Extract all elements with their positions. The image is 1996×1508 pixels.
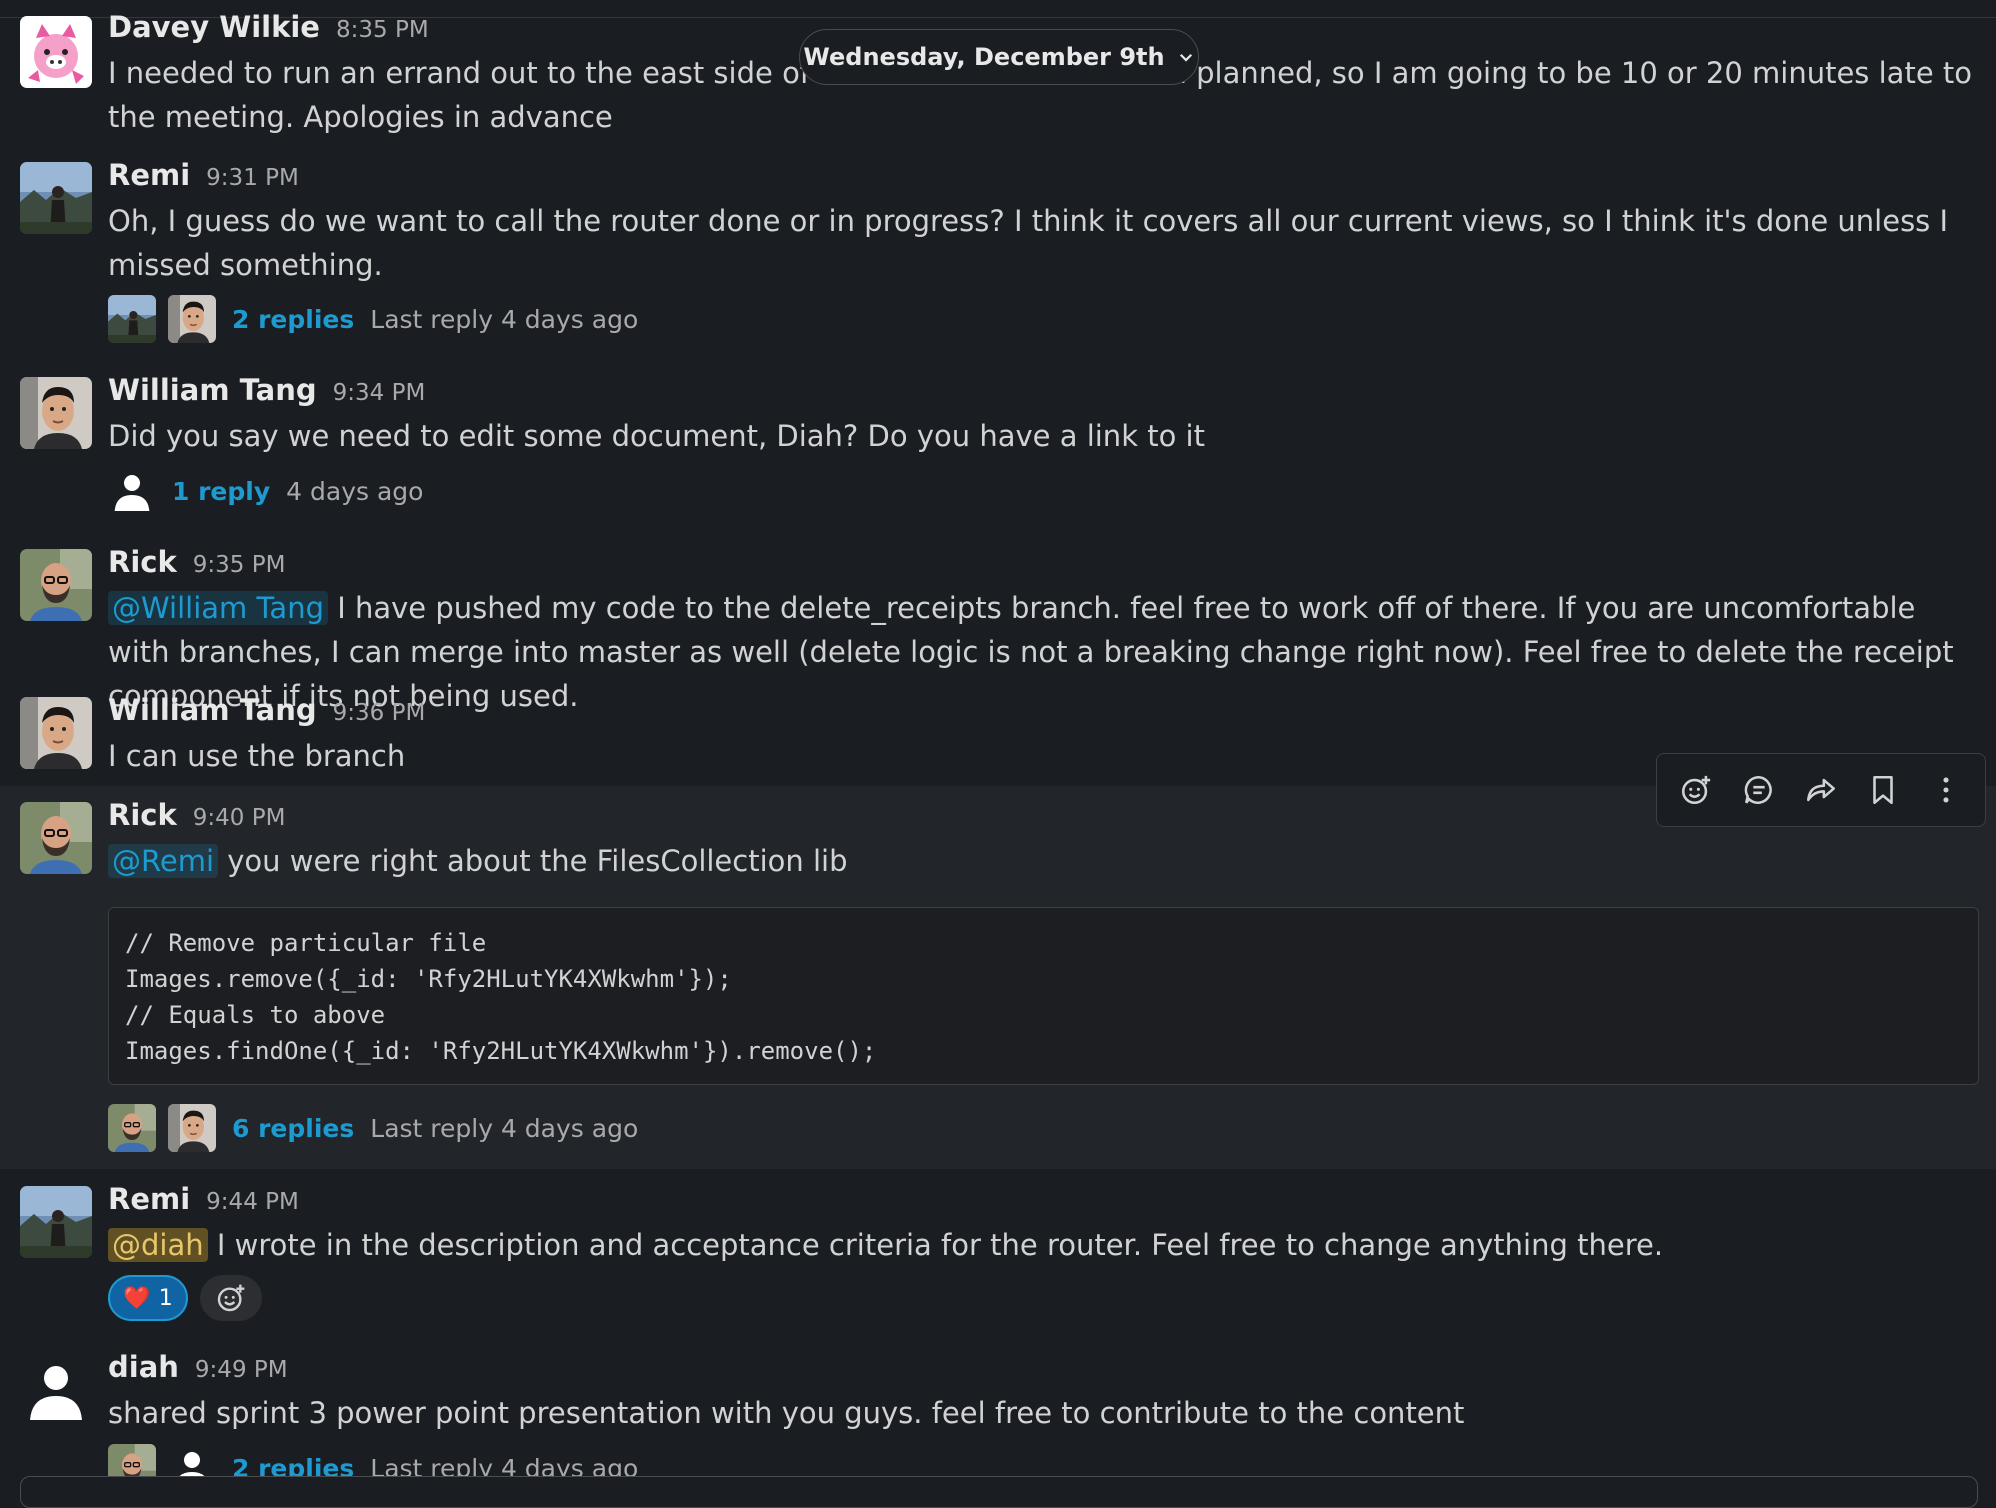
date-divider-button[interactable]: Wednesday, December 9th (799, 29, 1199, 85)
message-rick[interactable]: Rick 9:35 PM @William Tang I have pushed… (0, 537, 1996, 713)
code-block: // Remove particular file Images.remove(… (108, 907, 1979, 1085)
message-rick-2[interactable]: Rick 9:40 PM @Remi you were right about … (0, 786, 1996, 1169)
avatar[interactable] (20, 162, 92, 234)
share-icon (1806, 778, 1835, 802)
message-william-tang[interactable]: William Tang 9:34 PM Did you say we need… (0, 365, 1996, 530)
message-actions-toolbar (1656, 753, 1986, 827)
reply-in-thread-icon (1744, 775, 1772, 804)
user-mention[interactable]: @William Tang (108, 591, 328, 625)
thread-summary[interactable]: 6 replies Last reply 4 days ago (108, 1104, 638, 1152)
date-divider-label: Wednesday, December 9th (803, 43, 1165, 71)
message-text: Did you say we need to edit some documen… (108, 419, 1205, 453)
user-mention[interactable]: @diah (108, 1228, 208, 1262)
add-reaction-icon (215, 1282, 247, 1314)
message-text-part: I needed to run an errand out to the eas… (108, 56, 885, 90)
message-text: shared sprint 3 power point presentation… (108, 1396, 1465, 1430)
message-text: Oh, I guess do we want to call the route… (108, 204, 1949, 282)
share-button[interactable] (1798, 767, 1844, 813)
message-remi-2[interactable]: Remi 9:44 PM @diah I wrote in the descri… (0, 1170, 1996, 1335)
message-composer[interactable] (20, 1476, 1978, 1508)
thread-replies-link[interactable]: 2 replies (232, 305, 354, 334)
avatar (108, 295, 156, 343)
reaction-count: 1 (158, 1285, 173, 1311)
bookmark-button[interactable] (1860, 767, 1906, 813)
add-reaction-icon (1679, 773, 1713, 807)
timestamp[interactable]: 9:36 PM (333, 700, 426, 726)
timestamp[interactable]: 9:44 PM (206, 1189, 299, 1215)
heart-emoji-icon: ❤️ (123, 1285, 151, 1311)
chevron-down-icon (1179, 53, 1192, 62)
thread-summary[interactable]: 2 replies Last reply 4 days ago (108, 295, 638, 343)
timestamp[interactable]: 9:40 PM (193, 805, 286, 831)
thread-last-reply: 4 days ago (286, 476, 424, 506)
timestamp[interactable]: 9:35 PM (193, 552, 286, 578)
add-reaction-button[interactable] (1673, 767, 1719, 813)
user-mention[interactable]: @Remi (108, 844, 218, 878)
timestamp[interactable]: 9:31 PM (206, 165, 299, 191)
avatar (168, 1104, 216, 1152)
author-name[interactable]: Remi (108, 1182, 190, 1216)
author-name[interactable]: Remi (108, 158, 190, 192)
author-name[interactable]: William Tang (108, 693, 317, 727)
more-actions-icon (1943, 777, 1949, 803)
thread-replies-link[interactable]: 6 replies (232, 1114, 354, 1143)
avatar[interactable] (20, 377, 92, 449)
thread-replies-link[interactable]: 1 reply (172, 477, 270, 506)
author-name[interactable]: diah (108, 1350, 179, 1384)
avatar[interactable] (20, 802, 92, 874)
message-remi[interactable]: Remi 9:31 PM Oh, I guess do we want to c… (0, 150, 1996, 355)
avatar (108, 1104, 156, 1152)
message-text: I wrote in the description and acceptanc… (207, 1228, 1664, 1262)
avatar[interactable] (20, 697, 92, 769)
avatar[interactable] (20, 16, 92, 88)
thread-summary[interactable]: 1 reply 4 days ago (108, 467, 423, 515)
message-diah[interactable]: diah 9:49 PM shared sprint 3 power point… (0, 1338, 1996, 1478)
add-reaction-button[interactable] (200, 1275, 262, 1321)
bookmark-icon (1873, 775, 1894, 805)
avatar[interactable] (20, 1354, 92, 1426)
avatar[interactable] (20, 549, 92, 621)
author-name[interactable]: Rick (108, 798, 177, 832)
timestamp[interactable]: 9:34 PM (333, 380, 426, 406)
author-name[interactable]: William Tang (108, 373, 317, 407)
reply-in-thread-button[interactable] (1736, 767, 1782, 813)
thread-last-reply: Last reply 4 days ago (370, 304, 639, 334)
author-name[interactable]: Rick (108, 545, 177, 579)
thread-last-reply: Last reply 4 days ago (370, 1113, 639, 1143)
message-text-part: than planned, so I am going to be 10 or … (1121, 56, 1972, 90)
message-text-part: the meeting. Apologies in advance (108, 100, 613, 134)
reaction-heart-button[interactable]: ❤️ 1 (108, 1275, 188, 1321)
timestamp[interactable]: 9:49 PM (195, 1357, 288, 1383)
avatar (108, 467, 156, 515)
timestamp[interactable]: 8:35 PM (336, 17, 429, 43)
more-actions-button[interactable] (1923, 767, 1969, 813)
avatar[interactable] (20, 1186, 92, 1258)
message-text: you were right about the FilesCollection… (218, 844, 848, 878)
avatar (168, 295, 216, 343)
author-name[interactable]: Davey Wilkie (108, 10, 320, 44)
